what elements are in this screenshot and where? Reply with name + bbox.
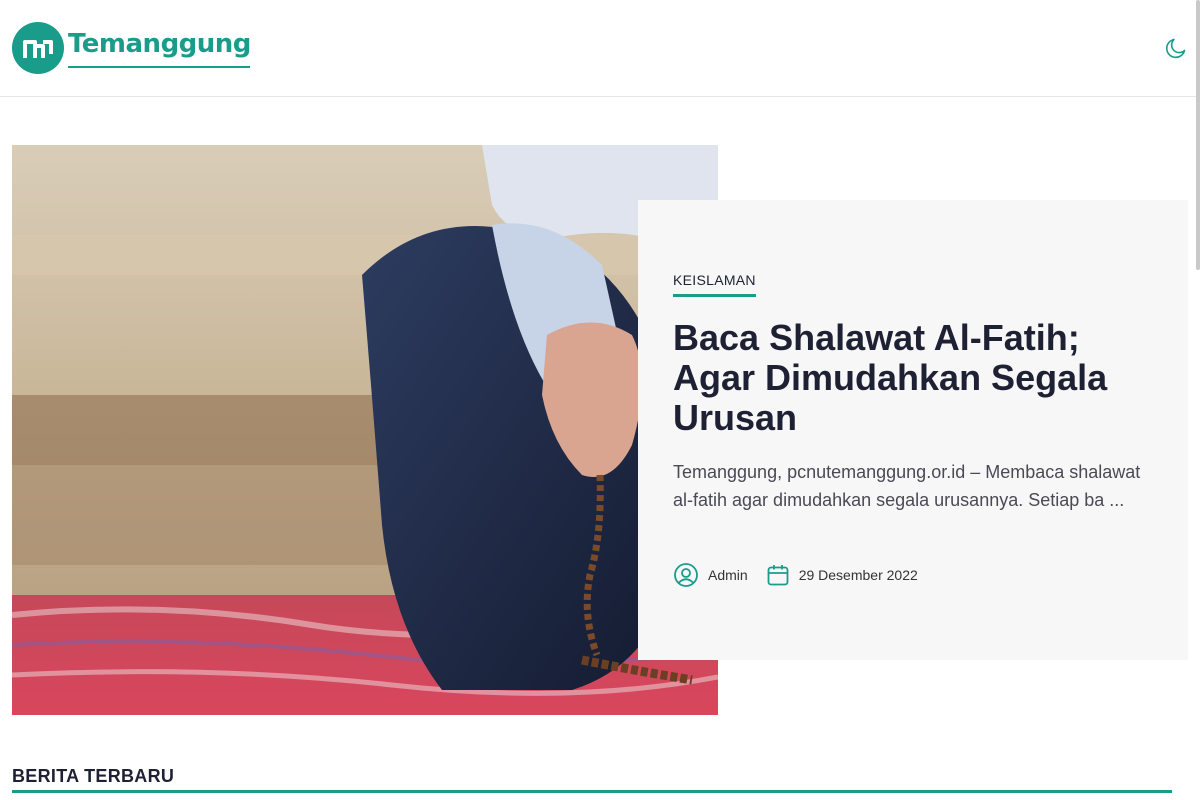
nu-logo-icon <box>12 22 64 74</box>
author-name[interactable]: Admin <box>708 567 748 583</box>
category-label[interactable]: KEISLAMAN <box>673 272 756 297</box>
user-circle-icon <box>674 563 698 587</box>
article-excerpt: Temanggung, pcnutemanggung.or.id – Memba… <box>673 462 1141 510</box>
featured-card: KEISLAMAN Baca Shalawat Al-Fatih; Agar D… <box>638 200 1188 660</box>
article-title[interactable]: Baca Shalawat Al-Fatih; Agar Dimudahkan … <box>673 318 1163 438</box>
logo-underline <box>68 66 250 68</box>
scrollbar[interactable] <box>1196 0 1200 270</box>
site-header: Temanggung <box>0 0 1200 97</box>
site-logo[interactable]: Temanggung <box>12 22 251 74</box>
article-meta: Admin 29 Desember 2022 <box>673 562 918 588</box>
date-meta: 29 Desember 2022 <box>766 563 918 587</box>
logo-wordmark: Temanggung <box>68 29 251 59</box>
moon-icon[interactable] <box>1164 36 1188 60</box>
author-meta: Admin <box>673 562 748 588</box>
section-divider <box>12 790 1172 793</box>
publish-date: 29 Desember 2022 <box>798 567 918 583</box>
calendar-icon <box>767 565 789 586</box>
section-title-latest: BERITA TERBARU <box>12 766 175 786</box>
featured-image[interactable] <box>12 145 718 715</box>
